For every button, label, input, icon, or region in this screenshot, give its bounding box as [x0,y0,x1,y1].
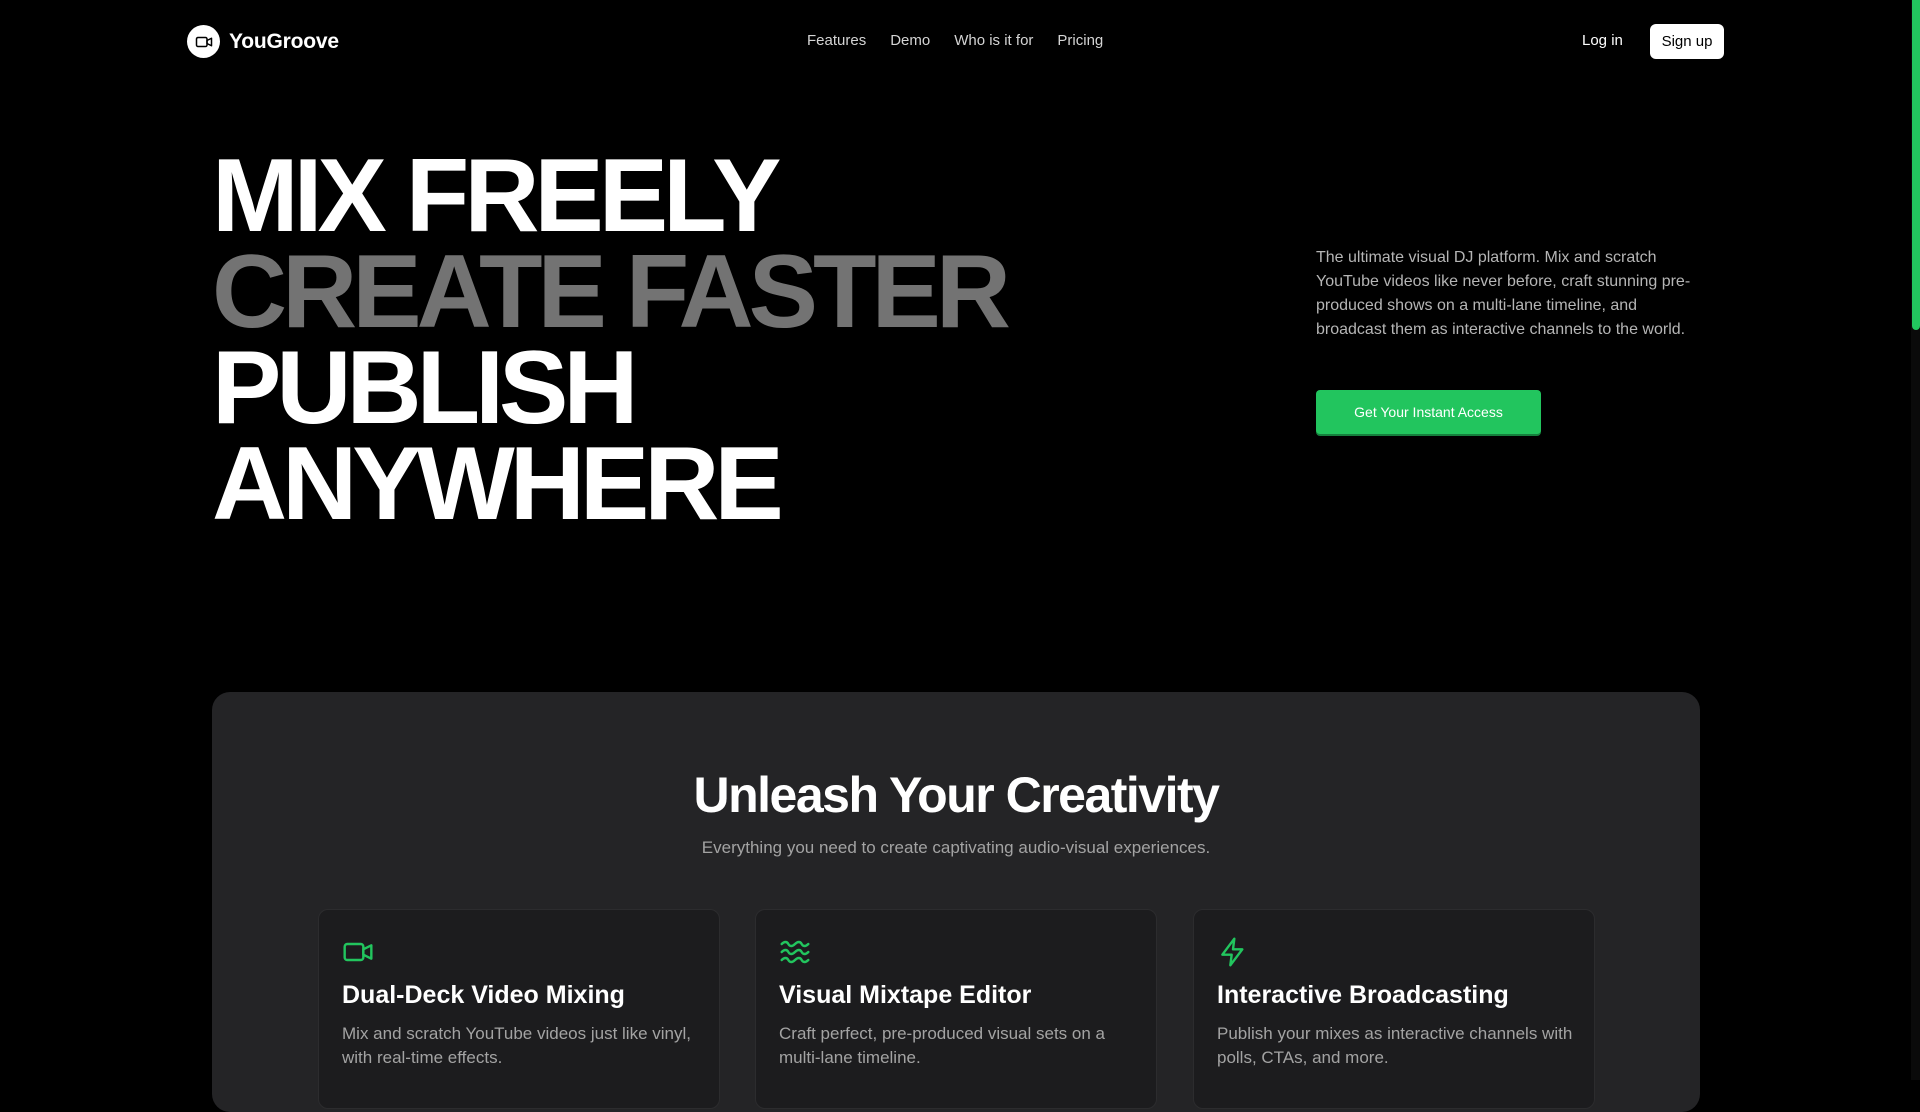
scrollbar-thumb[interactable] [1912,0,1920,330]
nav-link-pricing[interactable]: Pricing [1057,32,1103,49]
hero-line-publish: PUBLISH [212,330,638,446]
top-navigation: YouGroove Features Demo Who is it for Pr… [0,0,1920,84]
nav-link-features[interactable]: Features [807,32,866,49]
waves-icon [779,936,811,968]
feature-card-title: Interactive Broadcasting [1217,981,1509,1009]
feature-card-title: Dual-Deck Video Mixing [342,981,625,1009]
feature-card-broadcasting[interactable]: Interactive Broadcasting Publish your mi… [1193,909,1595,1109]
brand-logo-link[interactable]: YouGroove [187,25,339,58]
hero-line-create-faster: CREATE FASTER [212,234,1011,350]
feature-card-description: Mix and scratch YouTube videos just like… [342,1024,691,1067]
feature-card-description: Craft perfect, pre-produced visual sets … [779,1024,1105,1067]
brand-name: YouGroove [229,29,339,53]
feature-card-description: Publish your mixes as interactive channe… [1217,1024,1573,1067]
nav-links: Features Demo Who is it for Pricing [807,32,1103,49]
hero-line-mix-freely: MIX FREELY [212,138,782,254]
hero-line-anywhere: ANYWHERE [212,426,784,542]
features-title: Unleash Your Creativity [693,767,1220,823]
feature-card-mixtape-editor[interactable]: Visual Mixtape Editor Craft perfect, pre… [755,909,1157,1109]
feature-card-title: Visual Mixtape Editor [779,981,1032,1009]
page-scrollbar[interactable] [1911,0,1920,1080]
features-subtitle: Everything you need to create captivatin… [701,838,1211,857]
hero-heading: MIX FREELY CREATE FASTER PUBLISH ANYWHER… [212,138,1011,542]
video-camera-icon [187,25,220,58]
login-link[interactable]: Log in [1582,32,1623,49]
video-camera-icon [342,936,374,968]
hero-description: The ultimate visual DJ platform. Mix and… [1316,249,1691,338]
feature-card-dual-deck[interactable]: Dual-Deck Video Mixing Mix and scratch Y… [318,909,720,1109]
lightning-icon [1217,936,1249,968]
nav-link-who-is-it-for[interactable]: Who is it for [954,32,1033,49]
nav-link-demo[interactable]: Demo [890,32,930,49]
signup-button[interactable]: Sign up [1650,24,1724,59]
get-instant-access-button[interactable]: Get Your Instant Access [1316,390,1541,434]
